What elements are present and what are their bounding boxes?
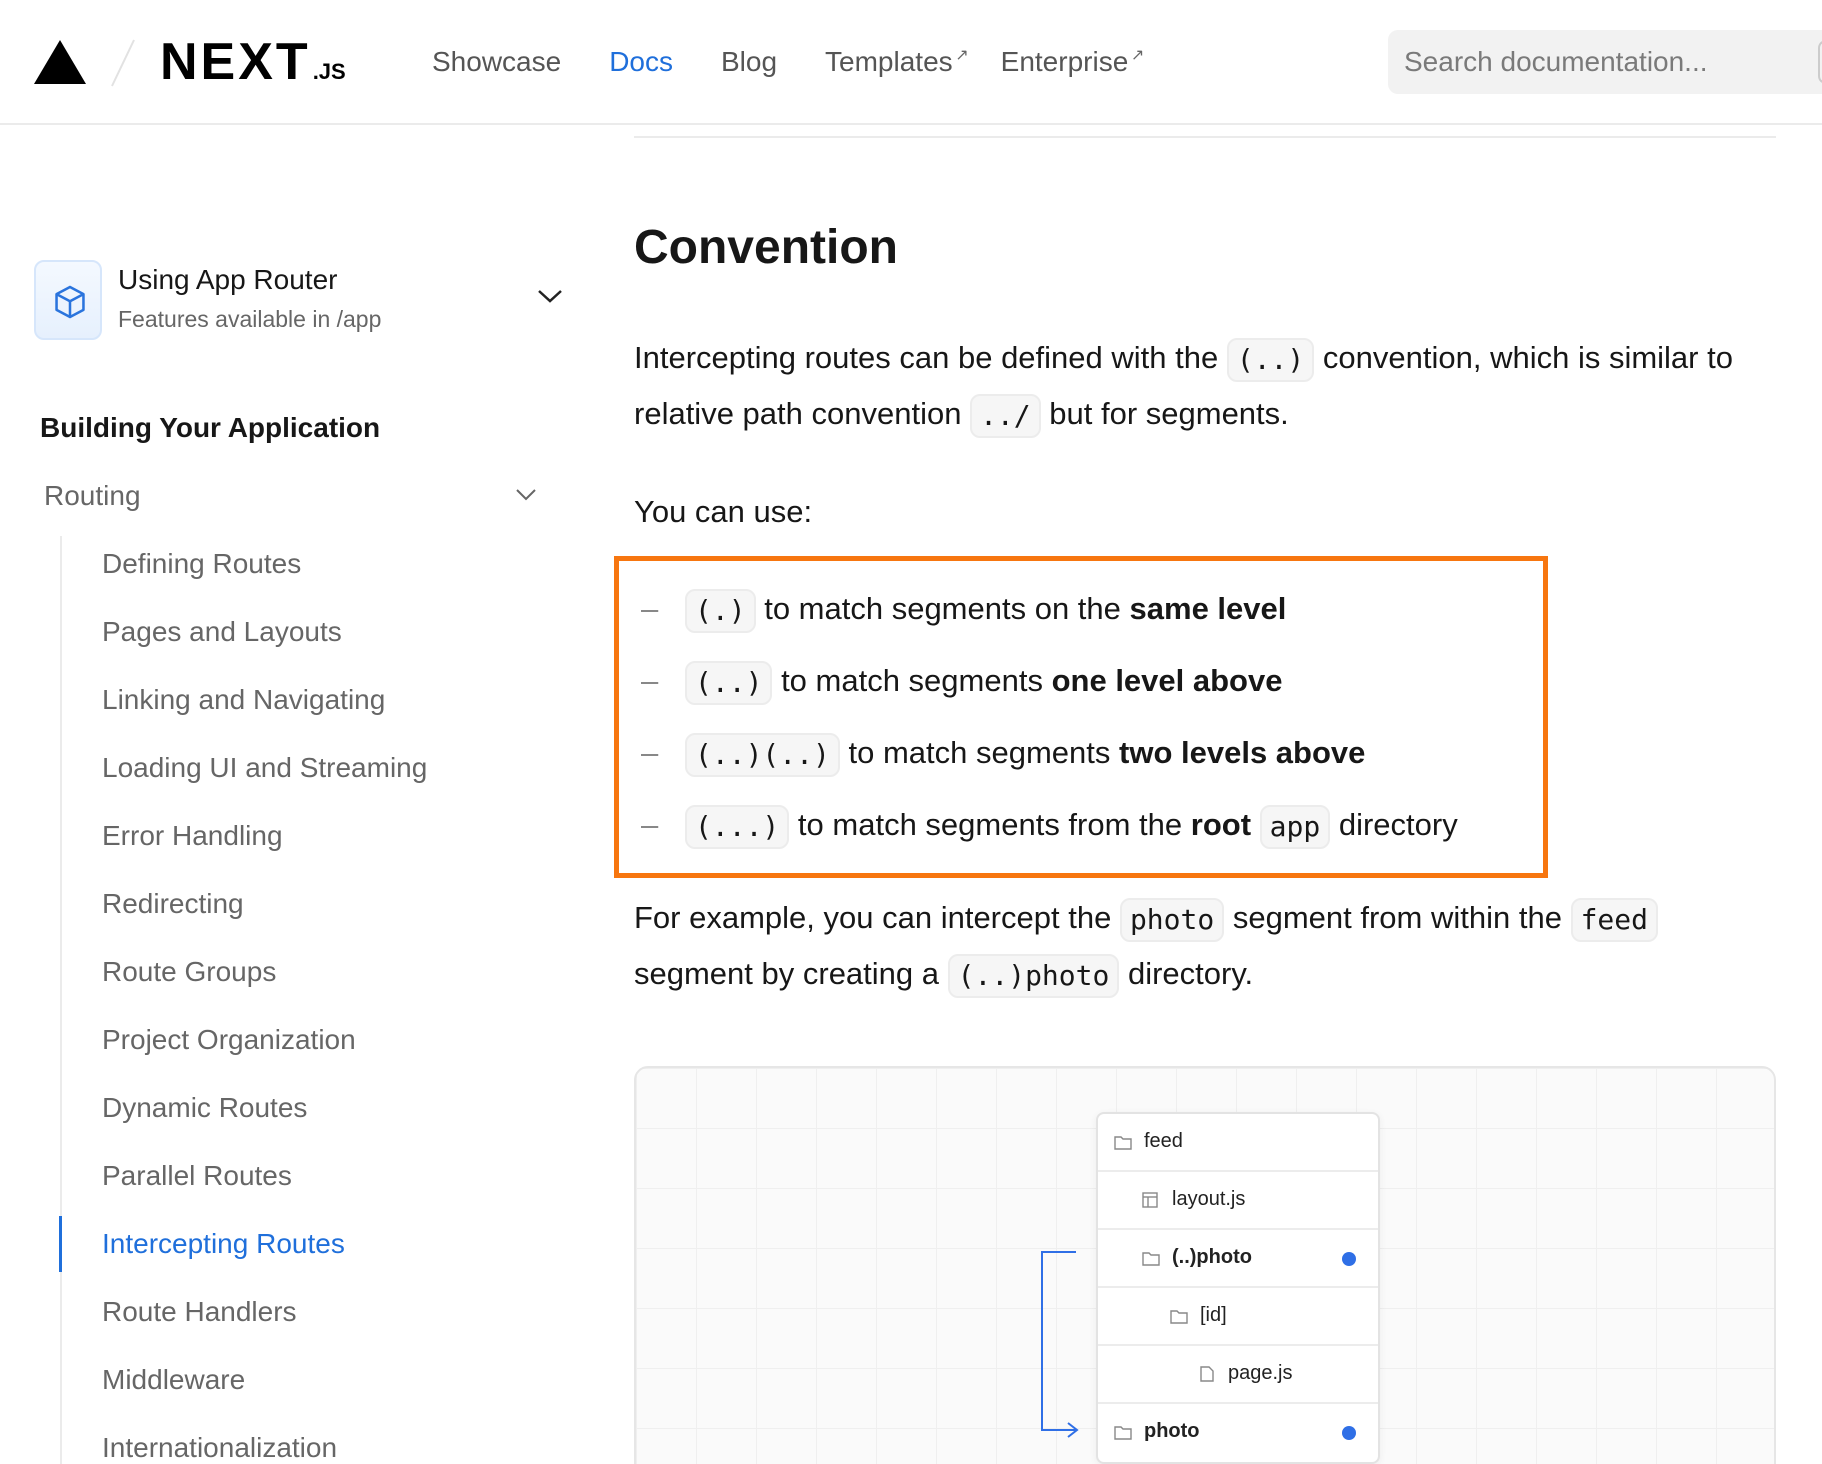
tree-row-feed: feed [1098,1114,1378,1172]
search-input[interactable]: Search documentation... [1388,30,1822,94]
vercel-logo-icon[interactable] [34,40,86,84]
folder-icon [1114,1426,1132,1440]
logo-suffix: .JS [312,59,346,84]
search-placeholder: Search documentation... [1404,46,1708,77]
list-item: – (.) to match segments on the same level [641,587,1286,633]
highlight-dot [1342,1426,1356,1440]
sidebar-item-loading-ui[interactable]: Loading UI and Streaming [102,750,427,818]
sidebar-section-title: Building Your Application [40,412,381,443]
router-subtitle: Features available in /app [118,306,382,332]
sidebar-active-indicator [59,1216,62,1272]
nav-showcase[interactable]: Showcase [432,44,561,80]
intercept-arrow-icon [1041,1251,1079,1438]
nav-blog[interactable]: Blog [721,44,777,80]
nextjs-logo[interactable]: NEXT.JS [160,34,346,100]
tree-row-page: page.js [1098,1346,1378,1404]
sidebar-item-parallel-routes[interactable]: Parallel Routes [102,1158,427,1226]
inline-code: (..) [1226,337,1315,382]
sidebar-routing-list: Defining Routes Pages and Layouts Linkin… [102,546,427,1464]
sidebar-item-project-organization[interactable]: Project Organization [102,1022,427,1090]
router-title: Using App Router [118,264,338,295]
sidebar-item-intercepting-routes[interactable]: Intercepting Routes [102,1226,427,1294]
intro-paragraph: Intercepting routes can be defined with … [634,330,1774,442]
folder-structure-diagram: feed layout.js (..)photo [id] page.js ph… [634,1066,1776,1464]
folder-icon [1170,1310,1188,1324]
file-icon [1200,1366,1214,1382]
sidebar-rail [60,536,62,1464]
tree-row-layout: layout.js [1098,1172,1378,1230]
list-item: – (..) to match segments one level above [641,659,1282,705]
main-nav: Showcase Docs Blog Templates ↗ Enterprise… [432,44,1176,80]
external-link-icon: ↗ [955,47,969,64]
sidebar-item-route-groups[interactable]: Route Groups [102,954,427,1022]
sidebar-item-middleware[interactable]: Middleware [102,1362,427,1430]
you-can-use-text: You can use: [634,494,813,529]
layout-file-icon [1142,1192,1158,1208]
inline-code: (..) [685,660,773,705]
sidebar-item-error-handling[interactable]: Error Handling [102,818,427,886]
inline-code: (..)photo [947,953,1120,998]
inline-code: (.) [685,588,756,633]
nav-templates[interactable]: Templates ↗ [825,44,969,80]
folder-icon [1142,1252,1160,1266]
divider-slash-icon [111,39,135,87]
sidebar-item-defining-routes[interactable]: Defining Routes [102,546,427,614]
top-navbar: NEXT.JS Showcase Docs Blog Templates ↗ En… [0,0,1822,125]
inline-code: photo [1119,897,1225,942]
sidebar-item-route-handlers[interactable]: Route Handlers [102,1294,427,1362]
tree-row-photo: photo [1098,1404,1378,1462]
inline-code: (..)(..) [685,732,840,777]
sidebar-item-redirecting[interactable]: Redirecting [102,886,427,954]
nav-docs[interactable]: Docs [609,44,673,80]
sidebar-item-pages-and-layouts[interactable]: Pages and Layouts [102,614,427,682]
logo-text: NEXT [160,33,311,91]
example-paragraph: For example, you can intercept the photo… [634,890,1774,1002]
folder-icon [1114,1136,1132,1150]
inline-code: app [1259,804,1331,849]
file-tree: feed layout.js (..)photo [id] page.js ph… [1096,1112,1380,1464]
highlight-dot [1342,1252,1356,1266]
sidebar-item-dynamic-routes[interactable]: Dynamic Routes [102,1090,427,1158]
nav-enterprise[interactable]: Enterprise ↗ [1001,44,1145,80]
sidebar-group-routing[interactable]: Routing [44,480,141,512]
content-divider [634,136,1776,138]
chevron-down-icon[interactable] [514,486,538,504]
router-icon-box [34,260,102,340]
sidebar-item-linking-and-navigating[interactable]: Linking and Navigating [102,682,427,750]
cube-icon [55,285,85,319]
highlighted-bullet-list: – (.) to match segments on the same level… [614,556,1548,878]
tree-row-intercept-photo: (..)photo [1098,1230,1378,1288]
tree-row-id: [id] [1098,1288,1378,1346]
inline-code: ../ [970,393,1041,438]
keyboard-shortcut-badge [1818,40,1822,84]
inline-code: feed [1570,897,1659,942]
sidebar-item-internationalization[interactable]: Internationalization [102,1430,427,1464]
chevron-down-icon[interactable] [536,286,564,306]
list-item: – (..)(..) to match segments two levels a… [641,731,1365,777]
list-item: – (...) to match segments from the root a… [641,803,1458,849]
external-link-icon: ↗ [1130,47,1145,64]
page-heading: Convention [634,221,898,274]
inline-code: (...) [685,804,790,849]
router-selector[interactable]: Using App Router Features available in /… [34,260,564,340]
